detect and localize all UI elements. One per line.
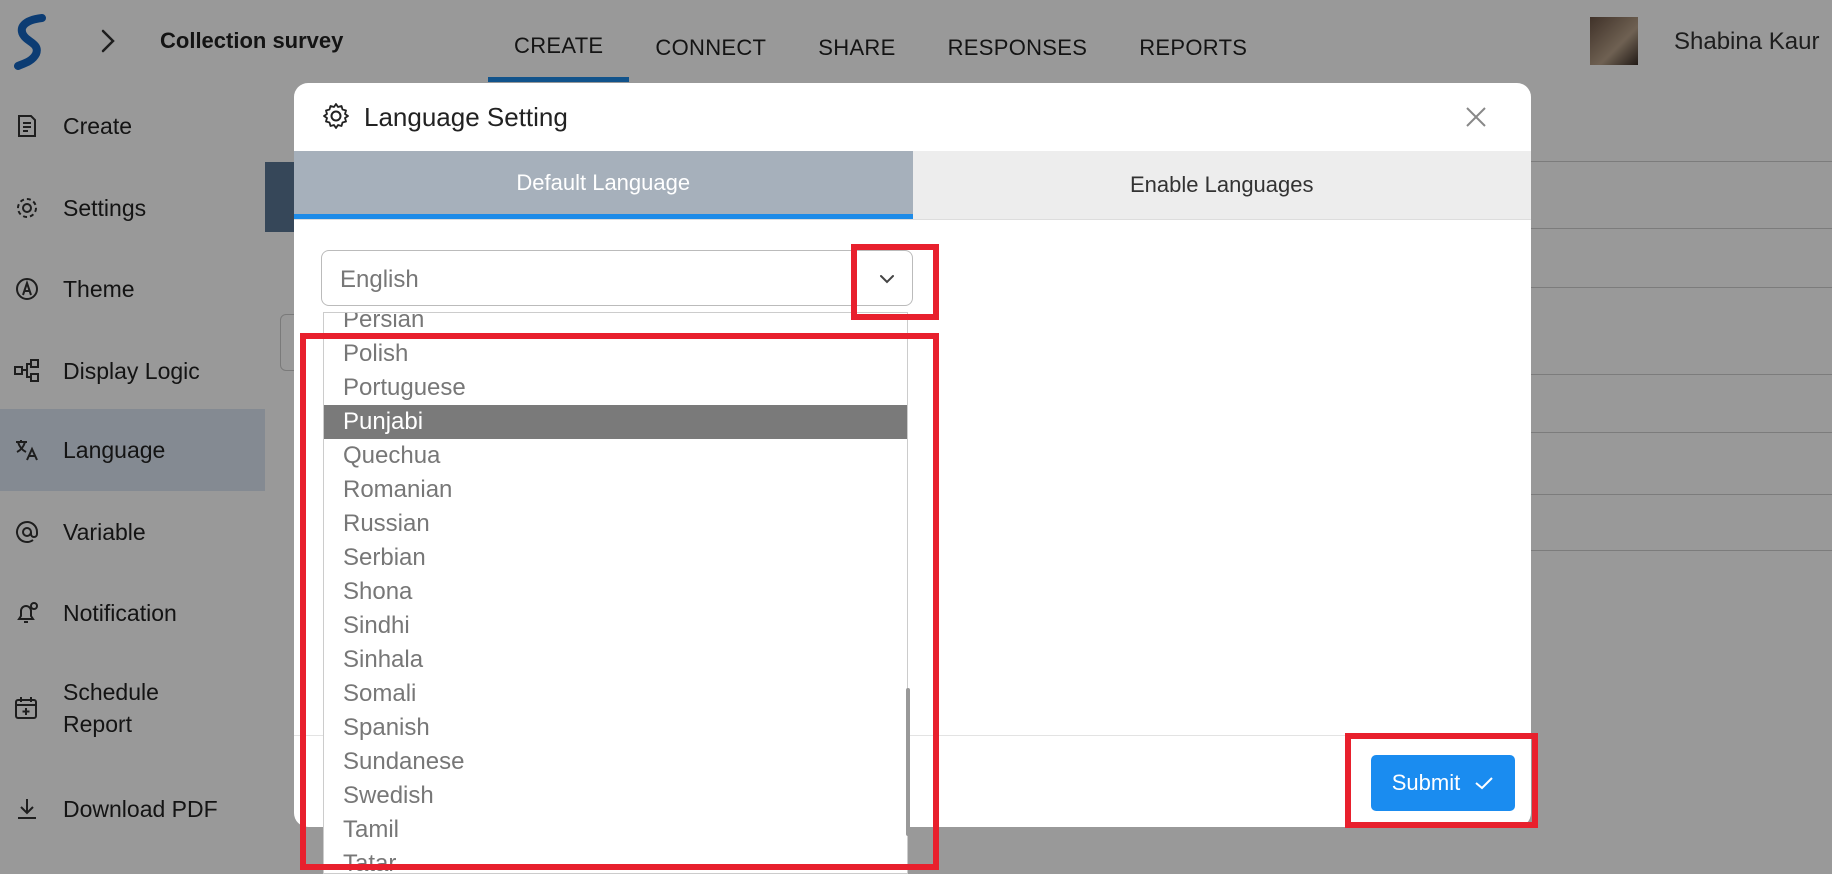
list-item-tatar[interactable]: Tatar (324, 847, 907, 873)
list-item-spanish[interactable]: Spanish (324, 711, 907, 745)
list-item-sundanese[interactable]: Sundanese (324, 745, 907, 779)
selected-language: English (340, 266, 419, 293)
close-icon[interactable] (1464, 105, 1488, 129)
list-item-tamil[interactable]: Tamil (324, 813, 907, 847)
submit-button[interactable]: Submit (1371, 755, 1515, 811)
list-item-persian[interactable]: Persian (324, 313, 907, 337)
chevron-down-icon[interactable] (878, 270, 896, 288)
list-item-quechua[interactable]: Quechua (324, 439, 907, 473)
gear-icon (323, 103, 349, 129)
language-options-list[interactable]: Persian Polish Portuguese Punjabi Quechu… (323, 312, 908, 874)
list-item-shona[interactable]: Shona (324, 575, 907, 609)
list-item-sindhi[interactable]: Sindhi (324, 609, 907, 643)
dialog-title: Language Setting (364, 102, 568, 132)
app-root: Collection survey CREATE CONNECT SHARE R… (0, 0, 1832, 874)
list-item-romanian[interactable]: Romanian (324, 473, 907, 507)
list-item-swedish[interactable]: Swedish (324, 779, 907, 813)
list-item-russian[interactable]: Russian (324, 507, 907, 541)
list-item-somali[interactable]: Somali (324, 677, 907, 711)
list-item-sinhala[interactable]: Sinhala (324, 643, 907, 677)
dialog-tabs: Default Language Enable Languages (294, 151, 1531, 220)
check-icon (1475, 777, 1493, 790)
dropdown-scrollbar[interactable] (906, 688, 910, 836)
tab-enable-languages[interactable]: Enable Languages (912, 151, 1531, 219)
list-item-punjabi[interactable]: Punjabi (324, 405, 907, 439)
list-item-polish[interactable]: Polish (324, 337, 907, 371)
list-item-serbian[interactable]: Serbian (324, 541, 907, 575)
default-language-select[interactable]: English (321, 250, 913, 306)
list-item-portuguese[interactable]: Portuguese (324, 371, 907, 405)
submit-label: Submit (1391, 770, 1461, 795)
tab-default-language[interactable]: Default Language (294, 151, 913, 219)
